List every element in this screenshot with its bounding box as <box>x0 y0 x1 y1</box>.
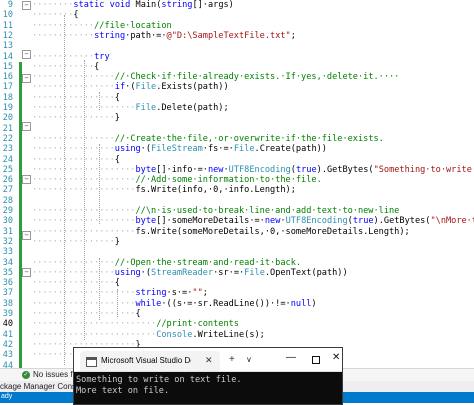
code-line-21[interactable] <box>32 124 474 134</box>
line-number-gutter: 9 10 11 12 13 14 15 16 17 18 19 20 21 22 23 24 25 26 27 28 2… <box>0 0 14 370</box>
console-window[interactable]: Microsoft Visual Studio De ✕ + ∨ — ✕ Som… <box>73 347 343 405</box>
line-number: 32 <box>2 236 13 247</box>
line-number: 14 <box>2 51 13 62</box>
collapse-toggle[interactable]: − <box>22 50 31 59</box>
line-number: 41 <box>2 329 13 340</box>
console-output-line: Something to write on text file. <box>76 375 242 385</box>
minimize-icon[interactable]: — <box>286 352 296 363</box>
line-number: 34 <box>2 257 13 268</box>
chevron-down-icon[interactable]: ∨ <box>246 355 252 364</box>
collapse-toggle[interactable]: − <box>22 74 31 83</box>
line-number: 18 <box>2 92 13 103</box>
code-line-29[interactable]: ····················//\n·is·used·to·brea… <box>32 206 474 216</box>
line-number: 38 <box>2 298 13 309</box>
console-output-line: More text on file. <box>76 386 170 396</box>
line-number: 24 <box>2 154 13 165</box>
line-number: 42 <box>2 339 13 350</box>
code-line-14[interactable]: ············try <box>32 52 474 62</box>
close-tab-icon[interactable]: ✕ <box>205 355 213 366</box>
code-line-32[interactable]: ················} <box>32 237 474 247</box>
new-tab-icon[interactable]: + <box>229 354 235 365</box>
collapse-toggle[interactable]: − <box>22 268 31 277</box>
line-number: 22 <box>2 133 13 144</box>
code-line-20[interactable]: ················} <box>32 113 474 123</box>
code-line-38[interactable]: ····················while·((s·=·sr.ReadL… <box>32 299 474 309</box>
code-line-22[interactable]: ················//·Create·the·file,·or·o… <box>32 134 474 144</box>
line-number: 30 <box>2 216 13 227</box>
code-line-9[interactable]: ········static void Main(string[]·args) <box>32 0 474 10</box>
line-number: 31 <box>2 226 13 237</box>
code-line-19[interactable]: ····················File.Delete(path); <box>32 103 474 113</box>
console-tab-title: Microsoft Visual Studio De <box>101 356 191 365</box>
line-number: 33 <box>2 247 13 258</box>
close-window-icon[interactable]: ✕ <box>332 352 340 363</box>
code-line-36[interactable]: ················{ <box>32 278 474 288</box>
status-text: ady <box>1 393 13 400</box>
code-line-18[interactable]: ················{ <box>32 93 474 103</box>
code-line-16[interactable]: ················//·Check·if·file·already… <box>32 72 474 82</box>
line-number: 28 <box>2 195 13 206</box>
code-line-39[interactable]: ····················{ <box>32 309 474 319</box>
line-number: 10 <box>2 10 13 21</box>
collapse-toggle[interactable]: − <box>22 1 31 10</box>
line-number: 16 <box>2 72 13 83</box>
line-number: 13 <box>2 41 13 52</box>
line-number: 37 <box>2 288 13 299</box>
line-number: 29 <box>2 206 13 216</box>
line-number: 9 <box>7 0 13 10</box>
check-circle-icon: ✓ <box>22 371 30 379</box>
line-number: 12 <box>2 30 13 41</box>
collapse-toggle[interactable]: − <box>22 231 31 240</box>
code-line-33[interactable] <box>32 247 474 257</box>
code-line-17[interactable]: ················if·(File.Exists(path)) <box>32 82 474 92</box>
console-titlebar[interactable]: Microsoft Visual Studio De ✕ + ∨ — ✕ <box>74 348 342 372</box>
code-line-37[interactable]: ····················string·s·=·""; <box>32 288 474 298</box>
line-number: 36 <box>2 278 13 289</box>
code-line-35[interactable]: ················using·(StreamReader·sr·=… <box>32 268 474 278</box>
code-line-23[interactable]: ················using·(FileStream·fs·=·F… <box>32 144 474 154</box>
code-line-26[interactable]: ····················//·Add·some·informat… <box>32 175 474 185</box>
terminal-icon <box>86 357 97 367</box>
line-number: 43 <box>2 350 13 361</box>
line-number: 25 <box>2 164 13 175</box>
code-line-27[interactable]: ····················fs.Write(info,·0,·in… <box>32 185 474 195</box>
code-line-34[interactable]: ················//·Open·the·stream·and·r… <box>32 258 474 268</box>
line-number: 27 <box>2 185 13 196</box>
code-line-30[interactable]: ····················byte[]·someMoreDetai… <box>32 216 474 226</box>
code-line-24[interactable]: ················{ <box>32 155 474 165</box>
change-tracking-bar <box>19 62 22 368</box>
line-number: 35 <box>2 267 13 278</box>
maximize-icon[interactable] <box>312 356 320 364</box>
line-number: 39 <box>2 309 13 319</box>
line-number: 21 <box>2 123 13 134</box>
code-editor[interactable]: 9 10 11 12 13 14 15 16 17 18 19 20 21 22 23 24 25 26 27 28 2… <box>0 0 474 370</box>
collapse-toggle[interactable]: − <box>22 122 31 131</box>
code-line-15[interactable]: ············{ <box>32 62 474 72</box>
line-number: 15 <box>2 61 13 72</box>
line-number: 20 <box>2 113 13 124</box>
collapse-toggle[interactable]: − <box>22 175 31 184</box>
line-number: 26 <box>2 175 13 186</box>
line-number: 19 <box>2 103 13 113</box>
code-line-12[interactable]: ············string·path·=·@"D:\SampleTex… <box>32 31 474 41</box>
code-line-25[interactable]: ····················byte[]·info·=·new·UT… <box>32 165 474 175</box>
code-line-41[interactable]: ························Console.WriteLin… <box>32 330 474 340</box>
code-line-10[interactable]: ········{ <box>32 10 474 20</box>
line-number: 11 <box>2 20 13 31</box>
code-line-40[interactable]: ························//print·contents <box>32 319 474 329</box>
code-line-11[interactable]: ············//file·location <box>32 21 474 31</box>
code-line-31[interactable]: ····················fs.Write(someMoreDet… <box>32 227 474 237</box>
line-number: 40 <box>2 319 13 330</box>
console-output[interactable]: Something to write on text file. More tex… <box>76 375 242 397</box>
code-line-13[interactable] <box>32 41 474 51</box>
code-line-28[interactable] <box>32 196 474 206</box>
line-number: 23 <box>2 144 13 155</box>
line-number: 17 <box>2 82 13 93</box>
console-tab[interactable]: Microsoft Visual Studio De ✕ <box>80 351 220 371</box>
